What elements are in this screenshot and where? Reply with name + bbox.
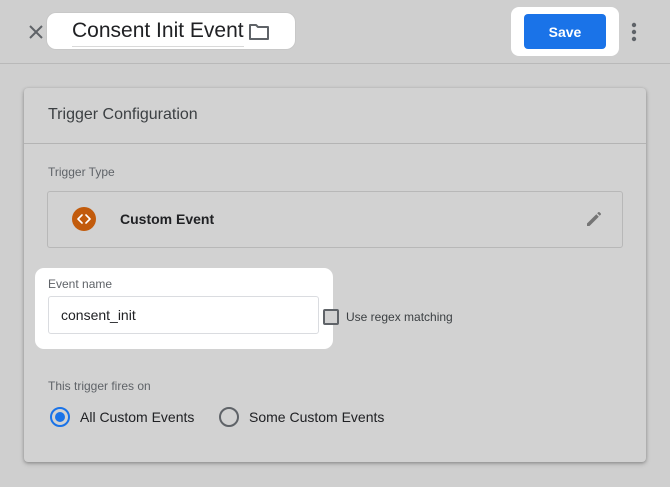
fires-on-label: This trigger fires on [48, 379, 151, 393]
regex-label: Use regex matching [346, 310, 453, 324]
save-button[interactable]: Save [524, 14, 606, 49]
custom-event-icon [72, 207, 96, 231]
radio-label: Some Custom Events [249, 409, 385, 425]
event-name-field-container: Event name [35, 268, 333, 349]
event-name-input[interactable] [48, 296, 319, 334]
trigger-configuration-card: Trigger Configuration Trigger Type Custo… [24, 88, 646, 462]
radio-button[interactable] [219, 407, 239, 427]
regex-checkbox-row[interactable]: Use regex matching [323, 307, 453, 327]
top-bar: Consent Init Event Save [0, 0, 670, 64]
radio-button-selected[interactable] [50, 407, 70, 427]
edit-trigger-type-button[interactable] [584, 209, 604, 229]
pencil-icon [587, 212, 601, 226]
trigger-type-selector[interactable]: Custom Event [47, 191, 623, 248]
folder-icon [249, 24, 269, 40]
radio-some-custom-events[interactable]: Some Custom Events [219, 406, 384, 428]
card-title: Trigger Configuration [48, 106, 198, 123]
close-icon [29, 25, 43, 39]
regex-checkbox[interactable] [323, 309, 339, 325]
close-button[interactable] [24, 20, 48, 44]
event-name-label: Event name [48, 277, 113, 291]
more-options-button[interactable] [624, 20, 644, 44]
trigger-type-name: Custom Event [120, 211, 215, 227]
more-vert-icon [631, 22, 637, 42]
card-divider [24, 143, 646, 144]
folder-button[interactable] [248, 22, 270, 42]
radio-label: All Custom Events [80, 409, 195, 425]
trigger-name-title[interactable]: Consent Init Event [72, 19, 244, 47]
trigger-title-container: Consent Init Event [47, 13, 295, 49]
radio-all-custom-events[interactable]: All Custom Events [50, 406, 194, 428]
save-highlight: Save [511, 7, 619, 56]
trigger-type-label: Trigger Type [48, 165, 115, 179]
